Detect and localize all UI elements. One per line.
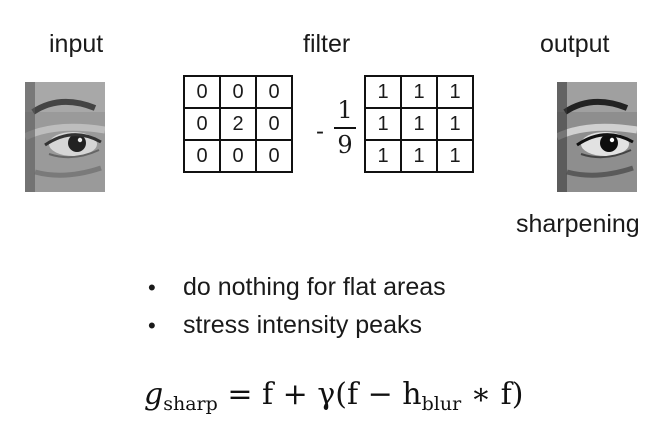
formula-rhs: = f + γ(f − h	[227, 377, 422, 412]
sharpening-label: sharpening	[516, 210, 640, 238]
matrix-cell: 1	[364, 75, 402, 109]
matrix-cell: 0	[255, 75, 293, 109]
matrix-cell: 1	[436, 75, 474, 109]
matrix-cell: 0	[183, 139, 221, 173]
filter-label: filter	[303, 30, 351, 58]
eye-image-input	[25, 82, 105, 192]
output-image	[557, 82, 637, 192]
bullet-text: stress intensity peaks	[183, 311, 422, 339]
matrix-cell: 2	[219, 107, 257, 141]
output-label: output	[540, 30, 610, 58]
fraction-bar	[334, 127, 356, 129]
input-image	[25, 82, 105, 192]
list-item: • do nothing for flat areas	[148, 272, 446, 310]
matrix-cell: 1	[400, 75, 438, 109]
formula-rhs-tail: ∗ f)	[470, 377, 524, 412]
matrix-cell: 0	[219, 139, 257, 173]
matrix-cell: 0	[183, 107, 221, 141]
fraction-numerator: 1	[337, 96, 353, 124]
formula-lhs-subscript: sharp	[163, 393, 218, 415]
matrix-cell: 1	[400, 107, 438, 141]
bullet-icon: •	[148, 313, 156, 338]
formula-blur-subscript: blur	[421, 393, 462, 415]
input-label: input	[49, 30, 104, 58]
matrix-cell: 0	[255, 139, 293, 173]
identity-kernel-matrix: 0 0 0 0 2 0 0 0 0	[183, 75, 293, 173]
matrix-cell: 1	[364, 107, 402, 141]
list-item: • stress intensity peaks	[148, 310, 446, 348]
eye-image-output	[557, 82, 637, 192]
matrix-cell: 0	[219, 75, 257, 109]
matrix-cell: 0	[183, 75, 221, 109]
bullet-text: do nothing for flat areas	[183, 273, 446, 301]
matrix-cell: 1	[400, 139, 438, 173]
fraction-denominator: 9	[337, 131, 353, 159]
matrix-cell: 1	[364, 139, 402, 173]
bullet-list: • do nothing for flat areas • stress inten…	[148, 272, 446, 348]
matrix-cell: 1	[436, 139, 474, 173]
matrix-cell: 0	[255, 107, 293, 141]
formula-lhs-symbol: g	[144, 377, 164, 412]
matrix-cell: 1	[436, 107, 474, 141]
sharpening-formula: gsharp = f + γ(f − hblur ∗ f)	[144, 377, 523, 415]
bullet-icon: •	[148, 275, 156, 300]
minus-sign: -	[316, 118, 324, 145]
box-blur-kernel-matrix: 1 1 1 1 1 1 1 1 1	[364, 75, 474, 173]
